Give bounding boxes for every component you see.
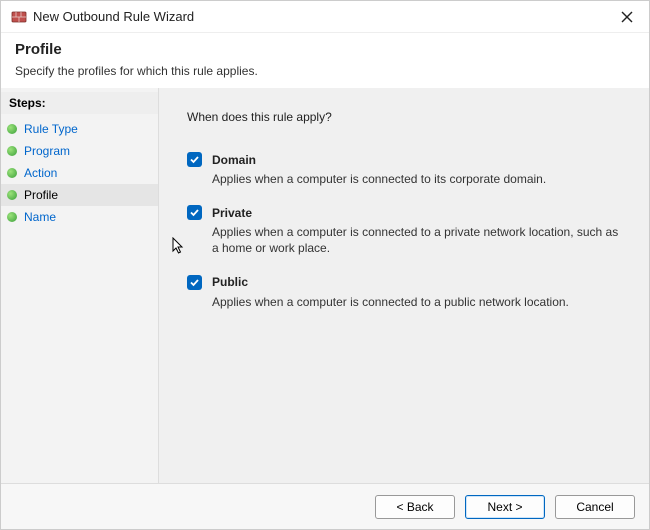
- step-program[interactable]: Program: [1, 140, 158, 162]
- checkmark-icon: [189, 277, 200, 288]
- wizard-window: New Outbound Rule Wizard Profile Specify…: [0, 0, 650, 530]
- window-title: New Outbound Rule Wizard: [33, 9, 615, 24]
- close-icon: [621, 11, 633, 23]
- steps-heading: Steps:: [1, 92, 158, 114]
- steps-sidebar: Steps: Rule Type Program Action Profile: [1, 88, 159, 483]
- content-panel: When does this rule apply? Domain Applie…: [159, 88, 649, 483]
- back-button[interactable]: < Back: [375, 495, 455, 519]
- titlebar: New Outbound Rule Wizard: [1, 1, 649, 33]
- step-profile[interactable]: Profile: [1, 184, 158, 206]
- checkbox-domain[interactable]: [187, 152, 202, 167]
- close-button[interactable]: [615, 5, 639, 29]
- page-title: Profile: [15, 41, 635, 58]
- step-action[interactable]: Action: [1, 162, 158, 184]
- wizard-body: Steps: Rule Type Program Action Profile: [1, 88, 649, 483]
- step-name[interactable]: Name: [1, 206, 158, 228]
- checkbox-private[interactable]: [187, 205, 202, 220]
- step-label: Program: [24, 144, 70, 158]
- step-label: Name: [24, 210, 56, 224]
- step-label: Profile: [24, 188, 58, 202]
- cursor-icon: [172, 237, 186, 258]
- step-bullet-icon: [7, 146, 17, 156]
- option-label: Domain: [212, 153, 256, 167]
- option-label: Public: [212, 275, 248, 289]
- option-private: Private Applies when a computer is conne…: [187, 205, 627, 256]
- wizard-header: Profile Specify the profiles for which t…: [1, 33, 649, 88]
- checkmark-icon: [189, 154, 200, 165]
- checkbox-public[interactable]: [187, 275, 202, 290]
- option-description: Applies when a computer is connected to …: [212, 224, 627, 256]
- next-button[interactable]: Next >: [465, 495, 545, 519]
- option-description: Applies when a computer is connected to …: [212, 294, 627, 310]
- steps-list: Rule Type Program Action Profile Name: [1, 114, 158, 228]
- wizard-footer: < Back Next > Cancel: [1, 483, 649, 529]
- firewall-icon: [11, 9, 27, 25]
- option-description: Applies when a computer is connected to …: [212, 171, 627, 187]
- checkmark-icon: [189, 207, 200, 218]
- step-bullet-icon: [7, 124, 17, 134]
- option-label: Private: [212, 206, 252, 220]
- step-bullet-icon: [7, 190, 17, 200]
- step-label: Rule Type: [24, 122, 78, 136]
- step-rule-type[interactable]: Rule Type: [1, 118, 158, 140]
- option-domain: Domain Applies when a computer is connec…: [187, 152, 627, 187]
- cancel-button[interactable]: Cancel: [555, 495, 635, 519]
- option-public: Public Applies when a computer is connec…: [187, 275, 627, 310]
- page-subtitle: Specify the profiles for which this rule…: [15, 64, 635, 78]
- content-question: When does this rule apply?: [187, 110, 627, 124]
- step-label: Action: [24, 166, 57, 180]
- step-bullet-icon: [7, 212, 17, 222]
- step-bullet-icon: [7, 168, 17, 178]
